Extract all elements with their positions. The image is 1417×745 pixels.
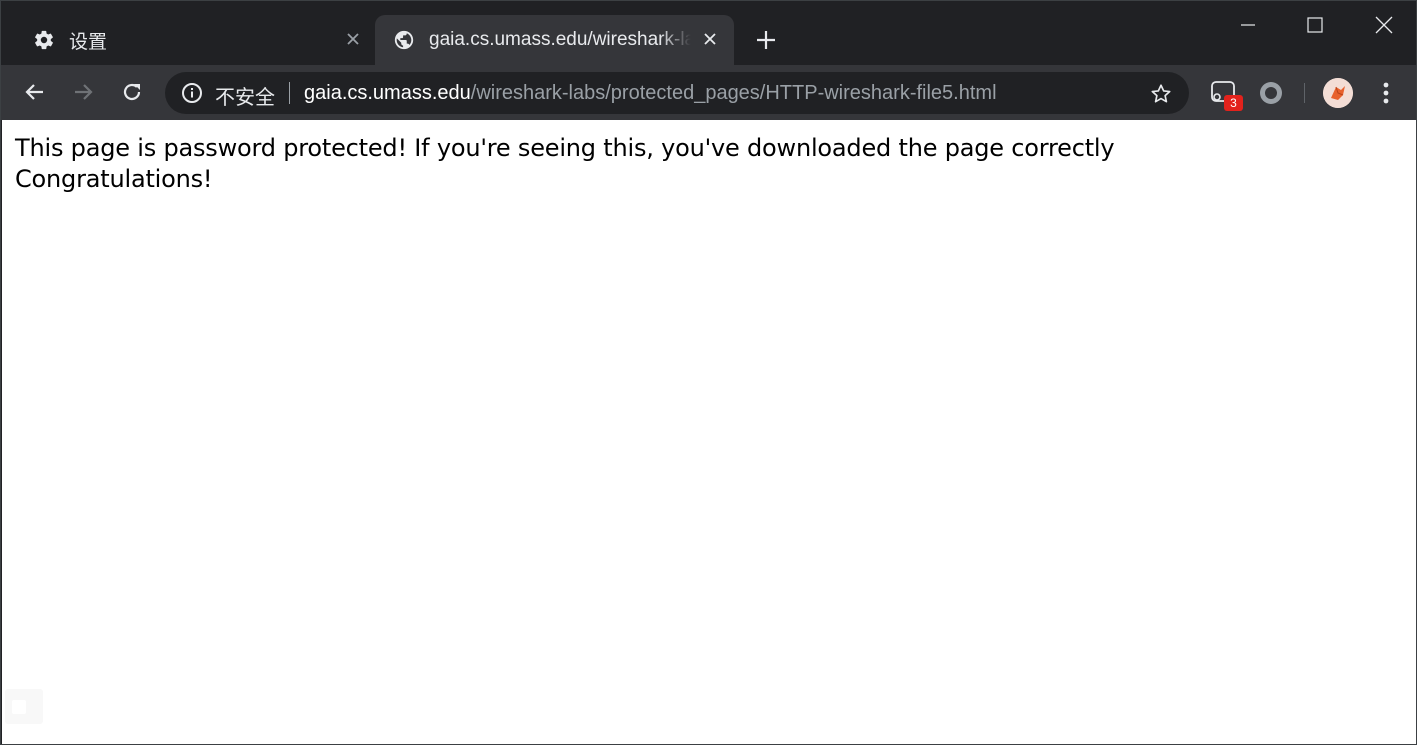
globe-icon xyxy=(393,29,415,51)
corner-widget[interactable] xyxy=(5,689,43,724)
profile-avatar-icon xyxy=(1323,78,1353,108)
tab-title: 设置 xyxy=(69,31,108,53)
security-label[interactable]: 不安全 xyxy=(215,81,275,110)
reload-icon xyxy=(123,83,141,101)
browser-window: 设置 gaia.cs.umass.edu/wireshark-labs/prot… xyxy=(0,0,1417,745)
tab-strip: 设置 gaia.cs.umass.edu/wireshark-labs/prot… xyxy=(1,1,1416,65)
toolbar-divider xyxy=(1304,83,1305,103)
minimize-icon xyxy=(1241,24,1255,26)
close-icon xyxy=(1375,16,1393,34)
more-vert-icon xyxy=(1383,82,1389,104)
reload-button[interactable] xyxy=(118,78,146,106)
avatar[interactable] xyxy=(1323,78,1353,108)
address-bar[interactable]: 不安全 gaia.cs.umass.edu/wireshark-labs/pro… xyxy=(165,72,1189,114)
back-button[interactable] xyxy=(21,78,49,106)
record-extension-button[interactable] xyxy=(1259,81,1283,105)
tab-settings[interactable]: 设置 xyxy=(15,15,373,65)
new-tab-button[interactable] xyxy=(753,27,779,53)
url-host: gaia.cs.umass.edu xyxy=(304,82,471,104)
arrow-right-icon xyxy=(75,84,93,100)
page-text-line-2: Congratulations! xyxy=(15,165,213,193)
url-path: /wireshark-labs/protected_pages/HTTP-wir… xyxy=(470,82,997,104)
omnibox-divider xyxy=(289,82,290,104)
toolbar: 不安全 gaia.cs.umass.edu/wireshark-labs/pro… xyxy=(1,65,1416,120)
tab-wireshark[interactable]: gaia.cs.umass.edu/wireshark-labs/protect… xyxy=(375,15,734,65)
plus-icon xyxy=(757,31,775,49)
page-content: This page is password protected! If you'… xyxy=(2,120,1416,744)
menu-button[interactable] xyxy=(1374,79,1398,107)
forward-button[interactable] xyxy=(69,78,97,106)
tab-title: gaia.cs.umass.edu/wireshark-labs/protect… xyxy=(429,29,691,50)
close-icon[interactable] xyxy=(343,29,363,49)
page-body-text: This page is password protected! If you'… xyxy=(15,133,1115,195)
window-close-button[interactable] xyxy=(1370,11,1398,39)
url-text[interactable]: gaia.cs.umass.edu/wireshark-labs/protect… xyxy=(304,82,997,105)
bookmark-star-icon[interactable] xyxy=(1149,82,1173,106)
maximize-button[interactable] xyxy=(1301,11,1329,39)
square-icon xyxy=(12,700,26,714)
extension-badge: 3 xyxy=(1224,95,1243,111)
page-text-line-1: This page is password protected! If you'… xyxy=(15,134,1115,162)
gear-icon xyxy=(33,29,55,51)
close-icon[interactable] xyxy=(700,29,720,49)
extension-button[interactable]: 3 xyxy=(1210,79,1243,111)
minimize-button[interactable] xyxy=(1234,11,1262,39)
record-icon xyxy=(1260,82,1282,104)
arrow-left-icon xyxy=(25,84,43,100)
info-icon[interactable] xyxy=(181,82,203,104)
maximize-icon xyxy=(1307,17,1323,33)
